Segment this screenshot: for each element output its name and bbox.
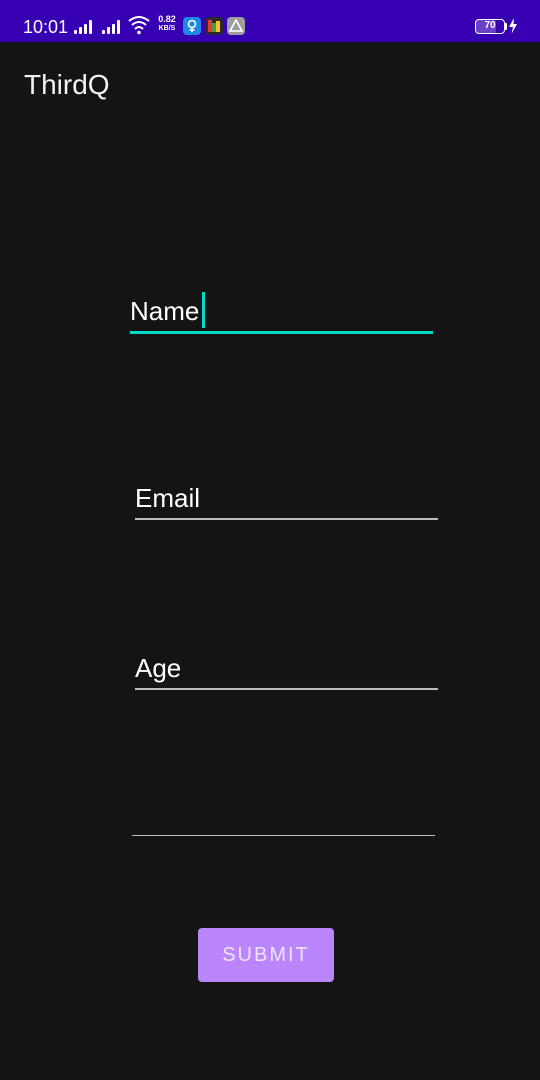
battery-percentage: 70 [484, 20, 496, 31]
unlabeled-field[interactable] [132, 797, 435, 837]
text-cursor [202, 292, 205, 328]
unlabeled-underline [132, 835, 435, 836]
app-title: ThirdQ [24, 69, 110, 100]
age-field[interactable] [135, 650, 438, 690]
signal-icon [102, 18, 124, 34]
battery-tip [505, 23, 507, 30]
net-speed-value: 0.82 [158, 14, 176, 24]
email-underline [135, 518, 438, 520]
name-underline [130, 331, 433, 334]
wifi-icon [128, 16, 150, 35]
status-bar: 10:01 0.82 KB/S 70 [0, 0, 540, 42]
email-input[interactable] [135, 480, 438, 517]
net-speed-unit: KB/S [158, 25, 176, 32]
app-notification-icon [227, 17, 245, 35]
age-input[interactable] [135, 650, 438, 687]
status-time: 10:01 [23, 17, 69, 37]
email-field[interactable] [135, 480, 438, 520]
net-speed-indicator: 0.82 KB/S [155, 15, 179, 33]
age-underline [135, 688, 438, 690]
charging-bolt-icon [509, 18, 517, 34]
signal-icon [74, 18, 96, 34]
app-notification-icon [183, 17, 201, 35]
app-notification-icon [205, 17, 223, 35]
unlabeled-input[interactable] [132, 797, 435, 834]
submit-button[interactable]: SUBMIT [198, 928, 334, 982]
name-field[interactable] [130, 292, 433, 334]
battery-icon: 70 [475, 19, 505, 34]
name-input[interactable] [130, 292, 433, 330]
